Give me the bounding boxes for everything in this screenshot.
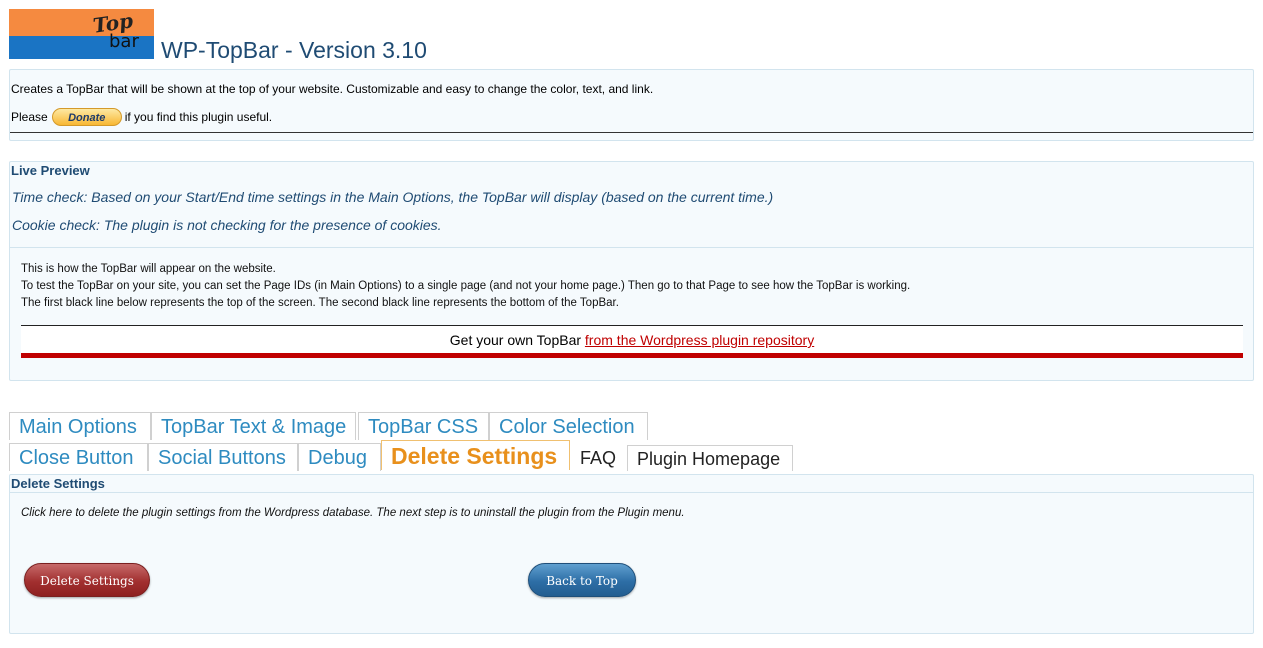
plugin-description: Creates a TopBar that will be shown at t… (11, 82, 654, 96)
tab-close-button[interactable]: Close Button (9, 443, 148, 471)
live-preview-panel: Live Preview Time check: Based on your S… (9, 161, 1254, 381)
tab-delete-settings[interactable]: Delete Settings (381, 440, 570, 470)
divider (10, 247, 1253, 248)
tab-faq[interactable]: FAQ (570, 443, 627, 471)
delete-settings-description: Click here to delete the plugin settings… (21, 507, 685, 519)
intro-panel: Creates a TopBar that will be shown at t… (9, 69, 1254, 141)
tab-debug[interactable]: Debug (298, 443, 381, 471)
topbar-text: Get your own TopBar (449, 332, 582, 348)
page-title: WP-TopBar - Version 3.10 (161, 37, 427, 63)
delete-settings-panel: Delete Settings Click here to delete the… (9, 474, 1254, 634)
useful-text: if you find this plugin useful. (124, 110, 273, 124)
topbar-logo: Top bar (9, 9, 154, 59)
preview-info-line: To test the TopBar on your site, you can… (21, 280, 911, 292)
tab-main-options[interactable]: Main Options (9, 412, 151, 440)
preview-info-line: This is how the TopBar will appear on th… (21, 263, 276, 275)
divider (10, 492, 1253, 493)
live-preview-title: Live Preview (11, 163, 90, 178)
donate-line: Please Donate if you find this plugin us… (11, 108, 272, 126)
tab-social-buttons[interactable]: Social Buttons (148, 443, 298, 471)
tab-topbar-css[interactable]: TopBar CSS (358, 412, 489, 440)
tab-plugin-homepage[interactable]: Plugin Homepage (627, 445, 793, 471)
please-label: Please (11, 110, 48, 124)
delete-settings-title: Delete Settings (11, 476, 105, 491)
cookie-check: Cookie check: The plugin is not checking… (12, 217, 442, 233)
back-to-top-button[interactable]: Back to Top (528, 563, 636, 597)
tab-color-selection[interactable]: Color Selection (489, 412, 648, 440)
topbar-preview: Get your own TopBar from the Wordpress p… (21, 326, 1243, 358)
logo-text-bottom: bar (109, 31, 139, 52)
delete-settings-button[interactable]: Delete Settings (24, 563, 150, 597)
time-check: Time check: Based on your Start/End time… (12, 189, 774, 205)
tab-topbar-text-image[interactable]: TopBar Text & Image (151, 412, 356, 440)
preview-info-line: The first black line below represents th… (21, 297, 619, 309)
donate-button[interactable]: Donate (51, 108, 122, 126)
topbar-link[interactable]: from the Wordpress plugin repository (585, 332, 814, 348)
divider (10, 132, 1253, 133)
